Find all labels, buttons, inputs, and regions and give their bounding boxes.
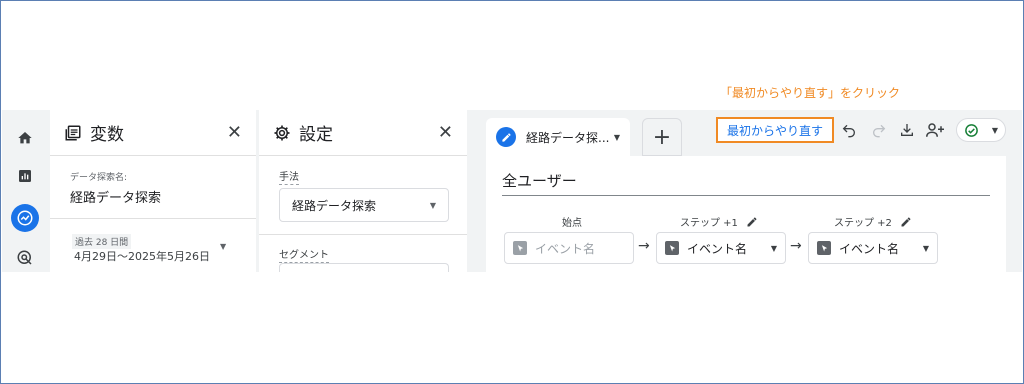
technique-select[interactable]: 経路データ探索 ▼ (279, 188, 449, 222)
tab-label: 経路データ探... (526, 130, 610, 145)
home-icon[interactable] (14, 127, 36, 149)
start-event-placeholder: イベント名 (535, 241, 596, 256)
step1-header: ステップ +1 (680, 214, 758, 229)
gear-icon (274, 125, 290, 140)
check-circle-icon (965, 123, 978, 137)
step1-event-dropdown[interactable]: イベント名 ▼ (656, 232, 786, 264)
step2-header: ステップ +2 (834, 214, 912, 229)
step1-event-value: イベント名 (687, 241, 748, 256)
undo-icon[interactable] (838, 119, 860, 141)
explore-icon[interactable] (11, 204, 39, 232)
settings-panel: 設定 ✕ 手法 経路データ探索 ▼ セグメント (259, 110, 467, 272)
variables-panel: 変数 ✕ データ探索名: 経路データ探索 過去 28 日間 4月29日〜2025… (50, 110, 256, 272)
share-user-icon[interactable] (924, 119, 946, 141)
step2-event-value: イベント名 (839, 241, 900, 256)
reports-icon[interactable] (14, 165, 36, 187)
segment-dropzone[interactable] (279, 263, 449, 272)
cursor-icon (513, 241, 527, 255)
chevron-down-icon[interactable]: ▼ (220, 242, 226, 251)
exploration-name-field[interactable]: 経路データ探索 (70, 187, 236, 206)
chevron-down-icon: ▼ (429, 200, 436, 210)
date-range-value[interactable]: 4月29日〜2025年5月26日 (74, 248, 210, 264)
step2-event-dropdown[interactable]: イベント名 ▼ (808, 232, 938, 264)
download-icon[interactable] (896, 119, 918, 141)
date-range-chip: 過去 28 日間 (72, 234, 132, 249)
chevron-down-icon: ▼ (770, 243, 777, 253)
tab-path-exploration[interactable]: 経路データ探... ▼ (486, 118, 630, 156)
step2-label: ステップ +2 (834, 218, 892, 229)
variables-panel-title: 変数 (90, 125, 124, 145)
chevron-down-icon: ▼ (991, 125, 998, 135)
start-point-label: 始点 (562, 218, 582, 229)
chevron-down-icon: ▼ (922, 243, 929, 253)
pencil-icon (496, 127, 516, 147)
divider (50, 218, 256, 219)
settings-panel-header: 設定 ✕ (259, 110, 467, 156)
settings-panel-title: 設定 (299, 125, 333, 145)
arrow-right-icon: → (638, 238, 650, 254)
close-icon[interactable]: ✕ (438, 122, 453, 143)
divider (259, 234, 467, 235)
pencil-icon[interactable] (900, 216, 912, 228)
cursor-icon (665, 241, 679, 255)
cursor-icon (817, 241, 831, 255)
restart-button[interactable]: 最初からやり直す (716, 117, 835, 143)
add-tab-button[interactable]: + (642, 118, 682, 156)
instruction-annotation: 「最初からやり直す」をクリック (720, 86, 901, 100)
variables-panel-header: 変数 ✕ (50, 110, 256, 156)
technique-label: 手法 (279, 168, 299, 185)
segment-label: セグメント (279, 246, 329, 263)
status-dropdown[interactable]: ▼ (956, 118, 1006, 142)
segment-title: 全ユーザー (502, 170, 990, 196)
left-nav (2, 110, 48, 272)
arrow-right-icon: → (790, 238, 802, 254)
exploration-canvas: 全ユーザー 始点 ステップ +1 ステップ +2 イベント名 → イベント名 ▼ (486, 156, 1006, 272)
redo-icon[interactable] (868, 119, 890, 141)
advertising-icon[interactable] (14, 247, 36, 269)
variables-icon (65, 125, 81, 140)
analytics-app: 変数 ✕ データ探索名: 経路データ探索 過去 28 日間 4月29日〜2025… (2, 110, 1022, 272)
pencil-icon[interactable] (746, 216, 758, 228)
step1-label: ステップ +1 (680, 218, 738, 229)
technique-value: 経路データ探索 (292, 198, 377, 213)
chevron-down-icon[interactable]: ▼ (614, 133, 620, 142)
main-area: 経路データ探... ▼ + 最初からやり直す ▼ 全ユーザー 始点 ステップ +… (470, 110, 1022, 272)
start-point-header: 始点 (562, 214, 582, 229)
close-icon[interactable]: ✕ (227, 122, 242, 143)
start-event-field[interactable]: イベント名 (504, 232, 634, 264)
exploration-name-label: データ探索名: (70, 173, 128, 183)
